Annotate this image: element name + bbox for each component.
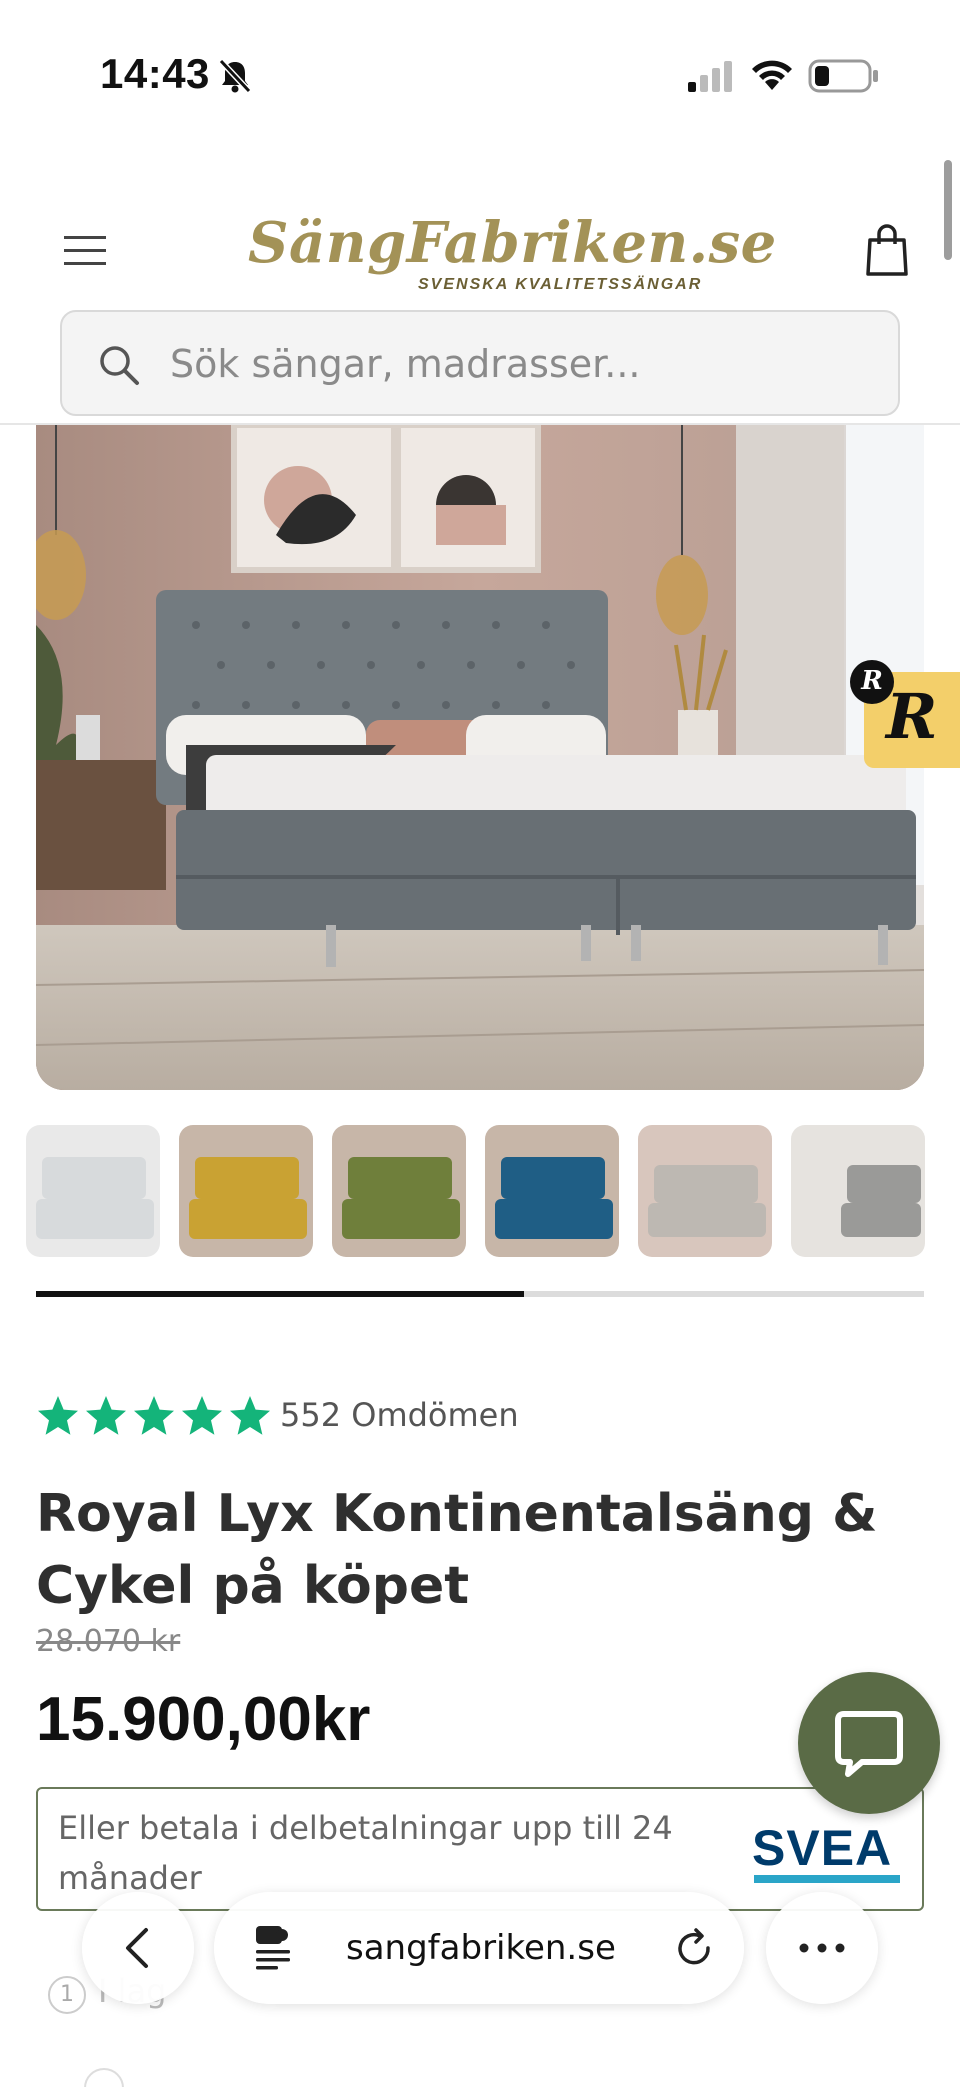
thumbnail-3[interactable] [332,1125,466,1257]
search-placeholder: Sök sängar, madrasser... [170,342,641,386]
status-time: 14:43 [100,50,210,97]
reviews-widget-letter: R [886,680,938,753]
option-radio[interactable] [84,2068,124,2087]
product-rating[interactable]: 552 Omdömen [36,1394,636,1442]
thumbnail-5[interactable] [638,1125,772,1257]
back-button[interactable] [82,1892,194,2004]
address-bar[interactable]: sangfabriken.se [214,1892,744,2004]
thumbnail-5-bed [654,1165,758,1203]
thumbnail-1[interactable] [26,1125,160,1257]
star-icon [38,1396,78,1435]
chat-bubble-icon [835,1711,903,1777]
svea-wordmark: SVEA [752,1820,893,1876]
search-icon [100,346,139,385]
thumbnail-4-base [495,1199,613,1239]
browser-toolbar: sangfabriken.se [0,1880,960,2020]
gallery-progress-fill [36,1291,525,1297]
gallery-progress-track [36,1291,924,1297]
thumbnail-2-bed [195,1157,299,1199]
chat-button[interactable] [798,1672,940,1814]
ellipsis-icon [799,1943,845,1953]
star-icon [134,1396,174,1435]
thumbnail-1-bed [42,1157,146,1199]
status-bar: 14:43 [0,0,960,150]
thumbnail-6-bed [847,1165,921,1203]
reviews-widget-dot[interactable]: R [850,660,894,704]
chevron-left-icon [126,1928,148,1968]
page-menu-icon [256,1926,290,1970]
logo-tagline: SVENSKA KVALITETSSÄNGAR [418,276,703,293]
thumbnail-3-base [342,1199,460,1239]
shopping-bag-icon[interactable] [864,224,910,278]
star-icon [182,1396,222,1435]
thumbnail-strip [26,1125,960,1257]
more-options-button[interactable] [766,1892,878,2004]
site-logo[interactable]: SängFabriken.se SVENSKA KVALITETSSÄNGAR [248,210,776,300]
cellular-signal-icon [688,61,732,92]
scroll-indicator [944,160,952,260]
star-icon [230,1396,270,1435]
wifi-icon [752,60,792,90]
original-price: 28.070 kr [36,1624,181,1659]
url-text: sangfabriken.se [346,1928,616,1968]
star-icon [86,1396,126,1435]
thumbnail-5-base [648,1203,766,1237]
thumbnail-6-base [841,1203,921,1237]
thumbnail-2[interactable] [179,1125,313,1257]
reload-icon[interactable] [674,1928,716,1970]
thumbnail-6[interactable] [791,1125,925,1257]
product-main-image[interactable] [36,425,924,1090]
review-count[interactable]: 552 Omdömen [280,1396,519,1434]
search-input[interactable]: Sök sängar, madrasser... [60,310,900,416]
thumbnail-4[interactable] [485,1125,619,1257]
bell-muted-icon [218,58,252,94]
bedroom-scene-image [36,425,924,1090]
thumbnail-1-base [36,1199,154,1239]
thumbnail-3-bed [348,1157,452,1199]
svea-logo: SVEA [752,1819,902,1883]
logo-wordmark: SängFabriken.se [248,210,777,276]
thumbnail-2-base [189,1199,307,1239]
hamburger-menu-icon[interactable] [60,230,110,270]
product-title: Royal Lyx Kontinentalsäng & Cykel på köp… [36,1484,878,1616]
battery-icon [808,59,878,93]
thumbnail-4-bed [501,1157,605,1199]
sale-price: 15.900,00kr [36,1685,371,1754]
site-header: SängFabriken.se SVENSKA KVALITETSSÄNGAR … [0,150,960,425]
